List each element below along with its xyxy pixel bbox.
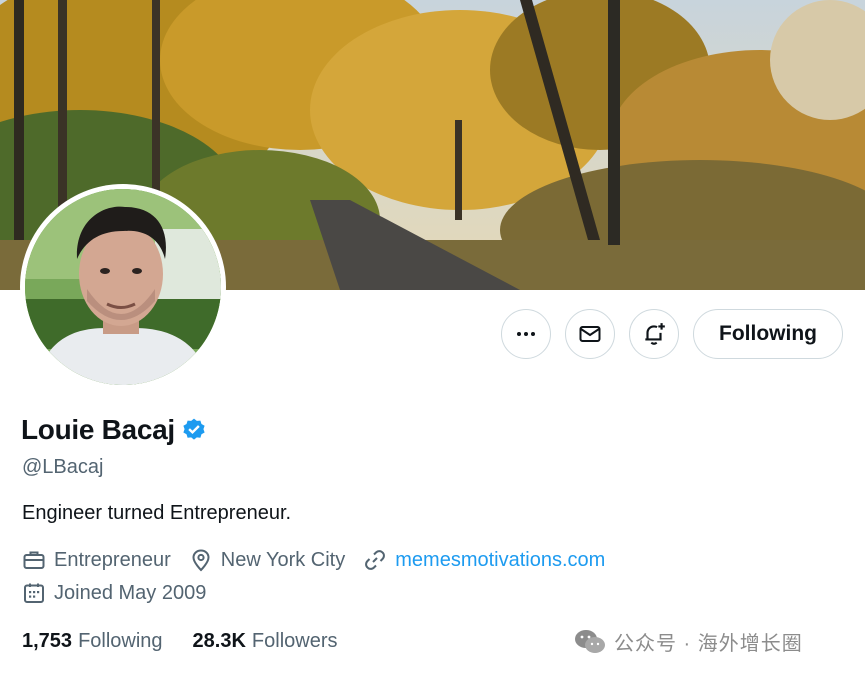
profile-meta-row: Entrepreneur New York City memesmotivati… bbox=[22, 548, 623, 572]
bell-plus-icon bbox=[645, 323, 665, 345]
more-button[interactable] bbox=[501, 309, 551, 359]
followers-count: 28.3K bbox=[192, 630, 246, 652]
calendar-icon bbox=[24, 583, 44, 603]
name-row: Louie Bacaj bbox=[21, 414, 207, 446]
follow-stats: 1,753 Following 28.3K Followers bbox=[22, 630, 368, 653]
joined-text: Joined May 2009 bbox=[54, 581, 207, 604]
more-horizontal-icon bbox=[517, 332, 535, 336]
website-item[interactable]: memesmotivations.com bbox=[363, 548, 605, 572]
followers-label: Followers bbox=[251, 630, 338, 652]
profile-bio: Engineer turned Entrepreneur. bbox=[22, 502, 292, 524]
category-text: Entrepreneur bbox=[54, 548, 171, 571]
notifications-button[interactable] bbox=[629, 309, 679, 359]
avatar-photo bbox=[25, 189, 221, 385]
wechat-icon bbox=[575, 629, 605, 653]
profile-avatar[interactable] bbox=[20, 184, 226, 390]
website-link[interactable]: memesmotivations.com bbox=[395, 549, 605, 572]
watermark: 公众号 · 海外增长圈 bbox=[574, 627, 803, 656]
display-name: Louie Bacaj bbox=[21, 414, 175, 445]
location-pin-icon bbox=[192, 549, 210, 572]
envelope-icon bbox=[579, 326, 601, 342]
verified-badge-icon[interactable] bbox=[181, 417, 207, 443]
message-button[interactable] bbox=[565, 309, 615, 359]
following-label: Following bbox=[78, 630, 163, 652]
user-handle: @LBacaj bbox=[22, 456, 104, 478]
location-item: New York City bbox=[189, 548, 346, 572]
followers-stat[interactable]: 28.3K Followers bbox=[193, 630, 338, 653]
joined-item: Joined May 2009 bbox=[22, 581, 206, 605]
following-count: 1,753 bbox=[22, 630, 73, 652]
category-item: Entrepreneur bbox=[22, 548, 171, 572]
following-stat[interactable]: 1,753 Following bbox=[22, 630, 163, 653]
link-icon bbox=[365, 550, 386, 570]
briefcase-icon bbox=[23, 551, 45, 569]
watermark-text: 公众号 · 海外增长圈 bbox=[614, 633, 803, 655]
joined-row: Joined May 2009 bbox=[22, 581, 224, 605]
following-button[interactable]: Following bbox=[693, 309, 843, 359]
location-text: New York City bbox=[220, 548, 346, 571]
